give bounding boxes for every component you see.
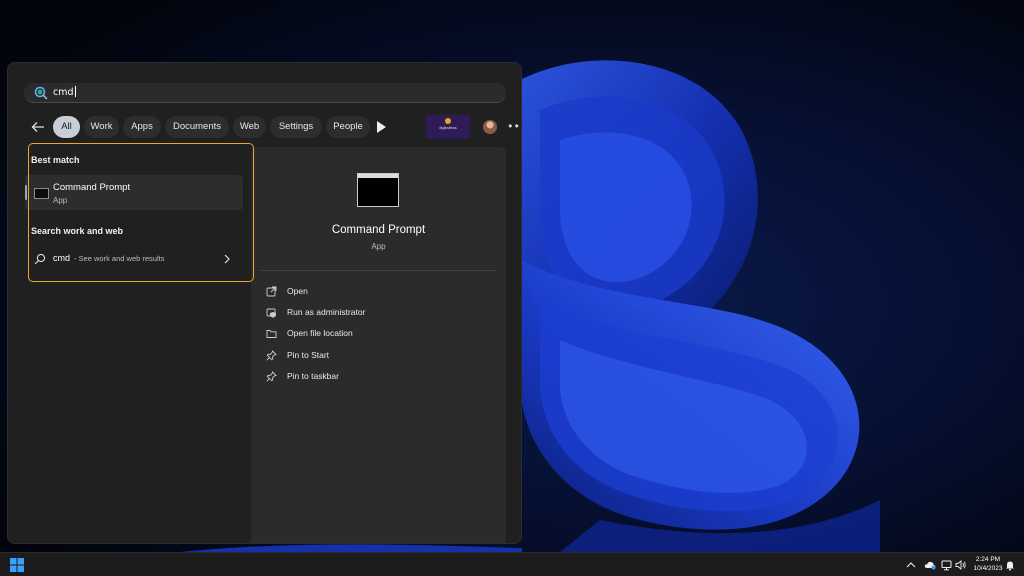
web-section-title: Search work and web xyxy=(31,226,124,236)
search-input[interactable]: cmd xyxy=(53,86,76,100)
badge-label: digitalless xyxy=(439,125,457,130)
web-search-item[interactable]: cmd - See work and web results xyxy=(25,249,243,269)
windows-start-icon[interactable] xyxy=(10,558,24,572)
command-prompt-large-icon xyxy=(357,173,399,207)
preview-divider xyxy=(261,270,495,271)
search-panel: cmd All Work Apps Documents Web Settings… xyxy=(7,62,522,544)
action-open-file-location[interactable]: Open file location xyxy=(261,325,495,343)
action-pin-to-start[interactable]: Pin to Start xyxy=(261,347,495,365)
action-pin-to-start-label: Pin to Start xyxy=(287,350,330,360)
clock-date[interactable]: 10/4/2023 xyxy=(968,565,1008,572)
more-options-icon[interactable]: ••• xyxy=(507,119,521,135)
filter-chip-people[interactable]: People xyxy=(326,116,370,138)
play-icon[interactable] xyxy=(376,121,386,133)
pin-icon xyxy=(266,371,277,382)
notification-bell-icon[interactable] xyxy=(1004,559,1016,571)
action-pin-to-taskbar-label: Pin to taskbar xyxy=(287,371,339,381)
action-open-file-location-label: Open file location xyxy=(287,328,353,338)
taskbar: 2:24 PM 10/4/2023 xyxy=(0,552,1024,576)
preview-pane: Command Prompt App Open Run as administr… xyxy=(251,147,506,543)
search-icon xyxy=(34,253,46,265)
action-open-label: Open xyxy=(287,286,308,296)
search-icon xyxy=(34,86,48,100)
pin-icon xyxy=(266,350,277,361)
shield-admin-icon xyxy=(266,308,276,318)
clock-time[interactable]: 2:24 PM xyxy=(968,556,1008,563)
search-box[interactable]: cmd xyxy=(24,83,506,103)
action-pin-to-taskbar[interactable]: Pin to taskbar xyxy=(261,368,495,386)
action-open[interactable]: Open xyxy=(261,283,495,301)
filter-row: All Work Apps Documents Web Settings Peo… xyxy=(28,115,521,139)
command-prompt-icon xyxy=(34,188,49,199)
preview-title: Command Prompt xyxy=(331,224,426,236)
chevron-up-icon[interactable] xyxy=(906,560,916,570)
preview-type: App xyxy=(371,242,386,251)
avatar[interactable] xyxy=(483,120,497,134)
badge-logo-icon xyxy=(445,118,451,124)
filter-chip-web[interactable]: Web xyxy=(233,116,266,138)
volume-icon[interactable] xyxy=(955,559,967,571)
filter-chip-documents[interactable]: Documents xyxy=(165,116,229,138)
web-search-suffix: - See work and web results xyxy=(74,254,165,263)
selection-indicator xyxy=(25,185,27,200)
filter-chip-work[interactable]: Work xyxy=(84,116,119,138)
best-match-type: App xyxy=(53,196,68,205)
action-run-as-administrator[interactable]: Run as administrator xyxy=(261,304,495,322)
web-search-query: cmd xyxy=(53,253,71,263)
chevron-right-icon[interactable] xyxy=(223,254,231,264)
best-match-name: Command Prompt xyxy=(53,182,131,193)
folder-icon xyxy=(266,330,277,338)
onedrive-icon[interactable] xyxy=(924,560,936,570)
filter-chip-settings[interactable]: Settings xyxy=(270,116,322,138)
filter-chip-apps[interactable]: Apps xyxy=(123,116,161,138)
filter-chip-all[interactable]: All xyxy=(53,116,80,138)
open-external-icon xyxy=(266,286,277,297)
best-match-title: Best match xyxy=(31,155,80,165)
back-arrow-icon[interactable] xyxy=(30,119,46,135)
best-match-item[interactable]: Command Prompt App xyxy=(25,175,243,210)
action-run-as-administrator-label: Run as administrator xyxy=(287,307,366,317)
search-highlight-badge[interactable]: digitalless xyxy=(426,115,470,139)
network-icon[interactable] xyxy=(941,559,953,571)
